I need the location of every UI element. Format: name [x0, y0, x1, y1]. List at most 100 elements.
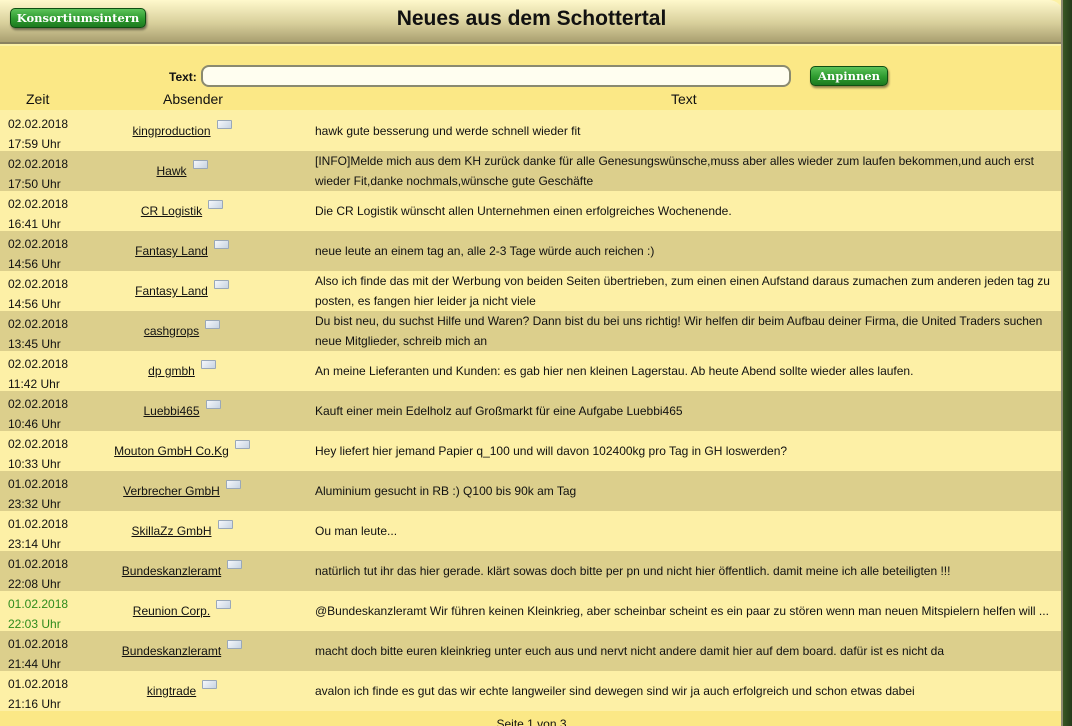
envelope-icon[interactable]: [234, 440, 250, 449]
message-text: neue leute an einem tag an, alle 2-3 Tag…: [315, 244, 655, 258]
message-timestamp: 02.02.2018 10:33 Uhr: [8, 434, 78, 474]
sender-link[interactable]: CR Logistik: [141, 204, 202, 218]
message-date: 02.02.2018: [8, 317, 69, 331]
sender-link[interactable]: Bundeskanzleramt: [122, 644, 221, 658]
sender-link[interactable]: Reunion Corp.: [133, 604, 210, 618]
message-row: 02.02.2018 10:33 Uhr Mouton GmbH Co.Kg Hey …: [0, 431, 1061, 474]
message-timestamp: 01.02.2018 21:16 Uhr: [8, 674, 78, 714]
envelope-icon[interactable]: [227, 640, 243, 649]
page-header: Neues aus dem Schottertal: [0, 0, 1061, 44]
text-label: Text:: [169, 70, 197, 84]
message-sender-cell: Verbrecher GmbH: [90, 471, 274, 511]
envelope-icon[interactable]: [213, 240, 229, 249]
message-sender-cell: Mouton GmbH Co.Kg: [90, 431, 274, 471]
message-date: 02.02.2018: [8, 237, 69, 251]
message-text: natürlich tut ihr das hier gerade. klärt…: [315, 564, 951, 578]
message-sender-cell: Hawk: [90, 151, 274, 191]
message-text-cell: Ou man leute...: [315, 511, 1055, 551]
message-timestamp: 01.02.2018 22:03 Uhr: [8, 594, 78, 634]
message-text-cell: [INFO]Melde mich aus dem KH zurück danke…: [315, 151, 1055, 191]
message-date: 01.02.2018: [8, 677, 69, 691]
envelope-icon[interactable]: [216, 600, 232, 609]
message-text: [INFO]Melde mich aus dem KH zurück danke…: [315, 154, 1035, 188]
message-date: 02.02.2018: [8, 197, 69, 211]
message-date: 02.02.2018: [8, 157, 69, 171]
message-sender-cell: kingtrade: [90, 671, 274, 711]
message-row: 02.02.2018 17:59 Uhr kingproduction hawk gu…: [0, 111, 1061, 154]
message-row: 02.02.2018 17:50 Uhr Hawk [INFO]Melde mich …: [0, 151, 1061, 191]
sender-link[interactable]: Mouton GmbH Co.Kg: [114, 444, 229, 458]
envelope-icon[interactable]: [227, 560, 243, 569]
message-date: 02.02.2018: [8, 277, 69, 291]
page-background-right: [1062, 0, 1072, 726]
message-sender-cell: Fantasy Land: [90, 271, 274, 311]
message-sender-cell: CR Logistik: [90, 191, 274, 231]
message-text: hawk gute besserung und werde schnell wi…: [315, 124, 581, 138]
sender-link[interactable]: Fantasy Land: [135, 284, 208, 298]
sender-link[interactable]: Fantasy Land: [135, 244, 208, 258]
message-row: 02.02.2018 14:56 Uhr Fantasy Land neue leut…: [0, 231, 1061, 271]
envelope-icon[interactable]: [200, 360, 216, 369]
message-date: 02.02.2018: [8, 437, 69, 451]
message-text-cell: Du bist neu, du suchst Hilfe und Waren? …: [315, 311, 1055, 351]
sender-link[interactable]: Verbrecher GmbH: [123, 484, 220, 498]
sender-link[interactable]: Hawk: [156, 164, 186, 178]
message-timestamp: 02.02.2018 14:56 Uhr: [8, 274, 78, 314]
message-text-cell: neue leute an einem tag an, alle 2-3 Tag…: [315, 231, 1055, 271]
message-date: 01.02.2018: [8, 557, 69, 571]
message-sender-cell: Reunion Corp.: [90, 591, 274, 631]
konsortium-button[interactable]: Konsortiumsintern: [10, 8, 146, 28]
message-text: Aluminium gesucht in RB :) Q100 bis 90k …: [315, 484, 577, 498]
sender-link[interactable]: Luebbi465: [143, 404, 199, 418]
sender-link[interactable]: kingproduction: [132, 124, 210, 138]
envelope-icon[interactable]: [192, 160, 208, 169]
envelope-icon[interactable]: [208, 200, 224, 209]
message-timestamp: 01.02.2018 21:44 Uhr: [8, 634, 78, 674]
message-row: 02.02.2018 13:45 Uhr cashgrops Du bist neu,…: [0, 311, 1061, 354]
message-row: 02.02.2018 14:56 Uhr Fantasy Land Also ich …: [0, 271, 1061, 314]
sender-link[interactable]: cashgrops: [144, 324, 199, 338]
message-text-cell: Kauft einer mein Edelholz auf Großmarkt …: [315, 391, 1055, 431]
message-row: 02.02.2018 10:46 Uhr Luebbi465 Kauft einer …: [0, 391, 1061, 431]
envelope-icon[interactable]: [225, 480, 241, 489]
envelope-icon[interactable]: [213, 280, 229, 289]
pagination: Seite 1 von 3: [0, 711, 1061, 726]
envelope-icon[interactable]: [202, 680, 218, 689]
message-timestamp: 02.02.2018 13:45 Uhr: [8, 314, 78, 354]
envelope-icon[interactable]: [205, 320, 221, 329]
envelope-icon[interactable]: [216, 120, 232, 129]
message-row: 01.02.2018 21:44 Uhr Bundeskanzleramt macht…: [0, 631, 1061, 674]
message-row: 01.02.2018 21:16 Uhr kingtrade avalon ich f…: [0, 671, 1061, 714]
message-sender-cell: Luebbi465: [90, 391, 274, 431]
envelope-icon[interactable]: [217, 520, 233, 529]
message-text-cell: hawk gute besserung und werde schnell wi…: [315, 111, 1055, 151]
message-row: 01.02.2018 22:08 Uhr Bundeskanzleramt natür…: [0, 551, 1061, 591]
message-date: 01.02.2018: [8, 517, 69, 531]
message-input[interactable]: [201, 65, 791, 87]
message-text-cell: natürlich tut ihr das hier gerade. klärt…: [315, 551, 1055, 591]
message-sender-cell: Fantasy Land: [90, 231, 274, 271]
sender-link[interactable]: Bundeskanzleramt: [122, 564, 221, 578]
message-timestamp: 02.02.2018 17:59 Uhr: [8, 114, 78, 154]
pin-button[interactable]: Anpinnen: [810, 66, 888, 86]
message-text: Die CR Logistik wünscht allen Unternehme…: [315, 204, 732, 218]
message-sender-cell: dp gmbh: [90, 351, 274, 391]
message-timestamp: 02.02.2018 16:41 Uhr: [8, 194, 78, 234]
message-date: 01.02.2018: [8, 477, 69, 491]
message-text: avalon ich finde es gut das wir echte la…: [315, 684, 915, 698]
message-row: 01.02.2018 22:03 Uhr Reunion Corp. @Bundesk…: [0, 591, 1061, 634]
page-title: Neues aus dem Schottertal: [396, 7, 667, 30]
column-header-text: Text: [671, 91, 697, 107]
message-sender-cell: SkillaZz GmbH: [90, 511, 274, 551]
news-board-panel: Neues aus dem Schottertal Konsortiumsint…: [0, 0, 1063, 726]
sender-link[interactable]: SkillaZz GmbH: [131, 524, 211, 538]
envelope-icon[interactable]: [205, 400, 221, 409]
message-text: Ou man leute...: [315, 524, 398, 538]
message-text: Hey liefert hier jemand Papier q_100 und…: [315, 444, 788, 458]
sender-link[interactable]: kingtrade: [147, 684, 196, 698]
message-text: An meine Lieferanten und Kunden: es gab …: [315, 364, 914, 378]
message-date: 02.02.2018: [8, 397, 69, 411]
sender-link[interactable]: dp gmbh: [148, 364, 195, 378]
message-text: @Bundeskanzleramt Wir führen keinen Klei…: [315, 604, 1049, 618]
message-date: 02.02.2018: [8, 117, 69, 131]
